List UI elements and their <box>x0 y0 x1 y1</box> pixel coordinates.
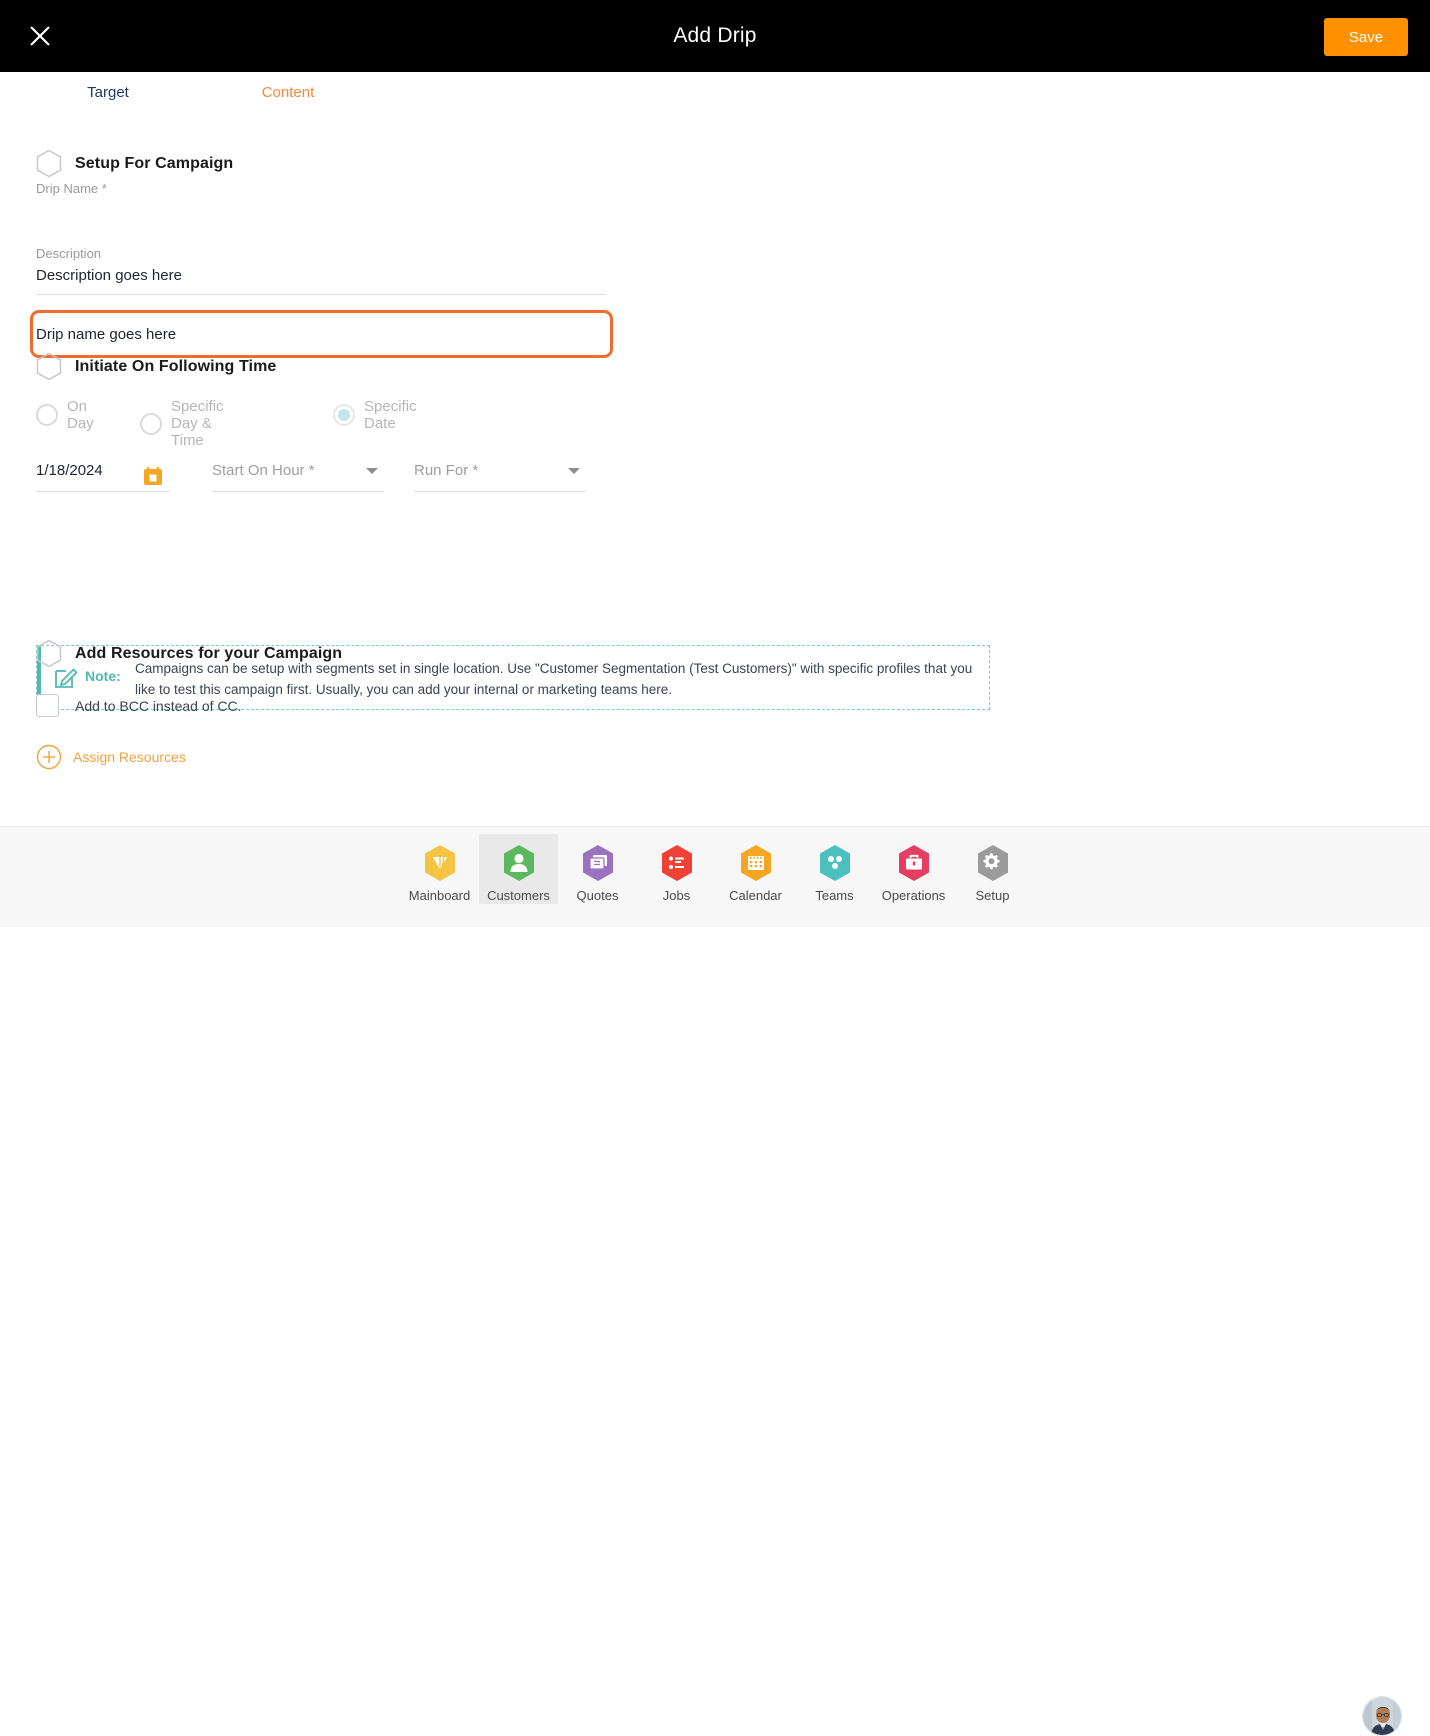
nav-item-mainboard[interactable]: Mainboard <box>400 834 479 904</box>
start-on-hour-placeholder: Start On Hour * <box>212 462 315 479</box>
description-label: Description <box>36 246 102 261</box>
section-initiate-on-following-time: Initiate On Following Time <box>36 352 276 381</box>
operations-icon <box>898 845 929 881</box>
calendar-nav-icon <box>740 845 771 881</box>
section-title-initiate: Initiate On Following Time <box>75 357 277 375</box>
section-title-setup: Setup For Campaign <box>75 154 234 172</box>
section-setup-for-campaign: Setup For Campaign <box>36 149 233 178</box>
assign-resources-label: Assign Resources <box>73 749 186 765</box>
mainboard-icon <box>424 845 455 881</box>
bcc-checkbox[interactable] <box>36 694 59 717</box>
section-add-resources: Add Resources for your Campaign <box>36 639 342 668</box>
date-underline <box>36 491 170 492</box>
radio-dot <box>140 412 162 435</box>
teams-icon <box>819 845 850 881</box>
chevron-down-icon <box>568 468 580 474</box>
drip-name-label: Drip Name * <box>36 181 107 196</box>
setup-icon <box>977 845 1008 881</box>
start-on-hour-underline <box>212 491 384 492</box>
nav-item-teams[interactable]: Teams <box>795 834 874 904</box>
date-value: 1/18/2024 <box>36 462 103 479</box>
description-input[interactable] <box>36 267 601 284</box>
run-for-placeholder: Run For * <box>414 462 479 479</box>
nav-item-list: Mainboard Customers Quotes Jobs Calendar… <box>400 834 1032 922</box>
hexagon-icon <box>36 352 62 381</box>
user-avatar-icon <box>1363 1697 1401 1735</box>
run-for-select[interactable]: Run For * <box>414 462 586 480</box>
bcc-checkbox-row[interactable]: Add to BCC instead of CC. <box>36 694 242 717</box>
customers-icon <box>503 845 534 881</box>
quotes-icon <box>582 845 613 881</box>
plus-circle-icon <box>36 744 62 770</box>
nav-item-jobs[interactable]: Jobs <box>637 834 716 904</box>
save-button[interactable]: Save <box>1324 18 1408 56</box>
tab-target[interactable]: Target <box>60 84 156 101</box>
assign-resources-button[interactable]: Assign Resources <box>36 744 186 770</box>
drip-name-input[interactable] <box>36 322 596 346</box>
run-for-underline <box>414 491 586 492</box>
jobs-icon <box>661 845 692 881</box>
user-avatar[interactable] <box>1362 1696 1402 1736</box>
chevron-down-icon <box>366 468 378 474</box>
nav-label: Customers <box>487 888 550 903</box>
start-on-hour-select[interactable]: Start On Hour * <box>212 462 384 480</box>
drip-form: Setup For Campaign Drip Name * Descripti… <box>0 124 1430 826</box>
nav-item-calendar[interactable]: Calendar <box>716 834 795 904</box>
radio-label: On Day <box>67 398 94 432</box>
radio-specific-date[interactable]: Specific Date <box>333 398 417 432</box>
radio-label: Specific Day & Time <box>171 398 224 449</box>
nav-label: Teams <box>815 888 854 903</box>
nav-label: Quotes <box>576 888 619 903</box>
nav-label: Jobs <box>662 888 691 903</box>
specific-date-field[interactable]: 1/18/2024 <box>36 462 103 480</box>
description-underline <box>36 294 606 295</box>
hexagon-icon <box>36 639 62 668</box>
tab-content[interactable]: Content <box>232 84 344 101</box>
radio-on-day[interactable]: On Day <box>36 398 94 432</box>
nav-item-operations[interactable]: Operations <box>874 834 953 904</box>
nav-item-setup[interactable]: Setup <box>953 834 1032 904</box>
tab-bar: Target Content <box>0 72 1430 207</box>
nav-label: Setup <box>975 888 1010 903</box>
hexagon-icon <box>36 149 62 178</box>
title-bar: Add Drip Save <box>0 0 1430 72</box>
nav-item-customers[interactable]: Customers <box>479 834 558 904</box>
calendar-icon[interactable] <box>143 466 163 486</box>
nav-label: Mainboard <box>408 888 471 903</box>
bcc-checkbox-label: Add to BCC instead of CC. <box>75 697 242 714</box>
note-label: Note: <box>85 668 121 684</box>
nav-label: Operations <box>881 888 946 903</box>
nav-label: Calendar <box>729 888 782 903</box>
nav-item-quotes[interactable]: Quotes <box>558 834 637 904</box>
radio-label: Specific Date <box>364 398 417 432</box>
bottom-navigation-bar: Mainboard Customers Quotes Jobs Calendar… <box>0 826 1430 1736</box>
radio-dot <box>36 404 58 426</box>
radio-specific-day-time[interactable]: Specific Day & Time <box>140 398 224 449</box>
radio-dot-selected <box>333 404 355 426</box>
page-title: Add Drip <box>673 24 757 47</box>
section-title-resources: Add Resources for your Campaign <box>75 644 343 662</box>
